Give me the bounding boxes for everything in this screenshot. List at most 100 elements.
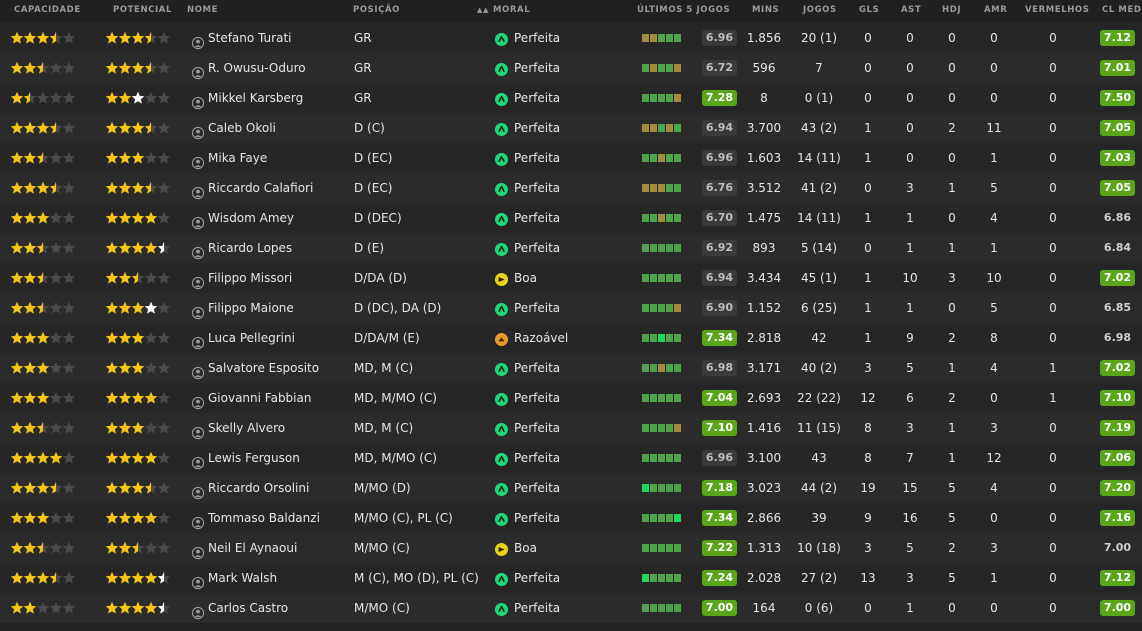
yellow-cards: 12 — [986, 451, 1002, 465]
table-row[interactable]: Ricardo Lopes D (E) Perfeita 6.92 893 5 (14) 0… — [0, 233, 1142, 263]
player-name[interactable]: Giovanni Fabbian — [208, 383, 348, 413]
star-icon — [62, 91, 76, 105]
table-row[interactable]: Filippo Maione D (DC), DA (D) Perfeita 6.90… — [0, 293, 1142, 323]
star-icon — [131, 331, 145, 345]
player-name[interactable]: Neil El Aynaoui — [208, 533, 348, 563]
table-row[interactable]: Giovanni Fabbian MD, M/MO (C) Perfeita 7.04… — [0, 383, 1142, 413]
col-mins[interactable]: MINS — [752, 0, 779, 23]
star-icon — [23, 31, 37, 45]
form-bar — [658, 244, 665, 252]
form-bar — [650, 184, 657, 192]
player-name[interactable]: Ricardo Lopes — [208, 233, 348, 263]
minutes: 3.434 — [746, 271, 782, 285]
player-name[interactable]: Riccardo Orsolini — [208, 473, 348, 503]
table-row[interactable]: Riccardo Calafiori D (EC) Perfeita 6.76 3.51… — [0, 173, 1142, 203]
col-ability[interactable]: CAPACIDADE — [14, 0, 81, 23]
ability-stars — [10, 301, 76, 315]
player-position: GR — [354, 61, 372, 75]
star-icon — [36, 451, 50, 465]
table-row[interactable]: Stefano Turati GR Perfeita 6.96 1.856 20 (1) 0… — [0, 23, 1142, 53]
player-name[interactable]: Stefano Turati — [208, 23, 348, 53]
col-yellow[interactable]: AMR — [984, 0, 1007, 23]
potential-stars — [105, 541, 171, 555]
ability-stars — [10, 421, 76, 435]
appearances: 44 (2) — [800, 481, 838, 495]
star-icon — [49, 451, 63, 465]
col-goals[interactable]: GLS — [859, 0, 879, 23]
player-name[interactable]: Wisdom Amey — [208, 203, 348, 233]
player-name[interactable]: Mikkel Karsberg — [208, 83, 348, 113]
col-pom[interactable]: HDJ — [942, 0, 961, 23]
star-icon — [62, 211, 76, 225]
star-icon — [49, 61, 63, 75]
player-name[interactable]: Riccardo Calafiori — [208, 173, 348, 203]
goals: 1 — [864, 211, 872, 225]
player-name[interactable]: Luca Pellegrini — [208, 323, 348, 353]
player-name[interactable]: Tommaso Baldanzi — [208, 503, 348, 533]
player-position: D (DC), DA (D) — [354, 301, 442, 315]
form-bar — [674, 244, 681, 252]
table-row[interactable]: Tommaso Baldanzi M/MO (C), PL (C) Perfeita… — [0, 503, 1142, 533]
person-icon — [191, 391, 205, 410]
col-red[interactable]: VERMELHOS — [1025, 0, 1089, 23]
player-name[interactable]: Filippo Missori — [208, 263, 348, 293]
table-row[interactable]: Luca Pellegrini D/DA/M (E) Razoável 7.34 2.8… — [0, 323, 1142, 353]
col-avg-rating[interactable]: CL MED — [1102, 0, 1142, 23]
morale-perfeita-icon — [495, 151, 508, 166]
yellow-cards: 4 — [990, 211, 998, 225]
table-row[interactable]: Skelly Alvero MD, M (C) Perfeita 7.10 1.416 1… — [0, 413, 1142, 443]
player-name[interactable]: R. Owusu-Oduro — [208, 53, 348, 83]
form-bar — [674, 334, 681, 342]
assists: 10 — [902, 271, 918, 285]
star-icon — [131, 301, 145, 315]
player-of-match: 5 — [948, 481, 956, 495]
player-name[interactable]: Mark Walsh — [208, 563, 348, 593]
last5-rating: 6.72 — [702, 60, 737, 76]
star-icon — [118, 181, 132, 195]
table-row[interactable]: Neil El Aynaoui M/MO (C) Boa 7.22 1.313 10 (1… — [0, 533, 1142, 563]
star-icon — [157, 541, 171, 555]
star-icon — [10, 211, 24, 225]
col-apps[interactable]: JOGOS — [803, 0, 837, 23]
col-potential[interactable]: POTENCIAL — [113, 0, 172, 23]
table-row[interactable]: Salvatore Esposito MD, M (C) Perfeita 6.98 3… — [0, 353, 1142, 383]
player-name[interactable]: Carlos Castro — [208, 593, 348, 623]
col-name[interactable]: NOME — [187, 0, 218, 23]
col-last5[interactable]: ÚLTIMOS 5 JOGOS — [637, 0, 730, 23]
player-name[interactable]: Mika Faye — [208, 143, 348, 173]
table-row[interactable]: Riccardo Orsolini M/MO (D) Perfeita 7.18 3.0… — [0, 473, 1142, 503]
table-row[interactable]: Caleb Okoli D (C) Perfeita 6.94 3.700 43 (2) 1… — [0, 113, 1142, 143]
star-icon — [62, 271, 76, 285]
col-position[interactable]: POSIÇÃO — [353, 0, 400, 23]
table-row[interactable]: Mark Walsh M (C), MO (D), PL (C) Perfeita 7… — [0, 563, 1142, 593]
player-of-match: 5 — [948, 511, 956, 525]
player-name[interactable]: Salvatore Esposito — [208, 353, 348, 383]
star-icon — [118, 61, 132, 75]
person-icon — [191, 481, 205, 500]
star-icon — [144, 181, 158, 195]
form-bar — [650, 364, 657, 372]
player-name[interactable]: Lewis Ferguson — [208, 443, 348, 473]
col-assists[interactable]: AST — [901, 0, 921, 23]
table-row[interactable]: Mika Faye D (EC) Perfeita 6.96 1.603 14 (11) 1… — [0, 143, 1142, 173]
star-icon — [105, 451, 119, 465]
star-icon — [118, 151, 132, 165]
goals: 8 — [864, 421, 872, 435]
table-row[interactable]: Lewis Ferguson MD, M/MO (C) Perfeita 6.96 3.… — [0, 443, 1142, 473]
table-row[interactable]: Carlos Castro M/MO (C) Perfeita 7.00 164 0 (6… — [0, 593, 1142, 623]
player-name[interactable]: Filippo Maione — [208, 293, 348, 323]
player-name[interactable]: Skelly Alvero — [208, 413, 348, 443]
yellow-cards: 8 — [990, 331, 998, 345]
table-row[interactable]: Filippo Missori D/DA (D) Boa 6.94 3.434 45 (1… — [0, 263, 1142, 293]
table-row[interactable]: Mikkel Karsberg GR Perfeita 7.28 8 0 (1) 0 0 0 0 0… — [0, 83, 1142, 113]
table-row[interactable]: R. Owusu-Oduro GR Perfeita 6.72 596 7 0 0 0 0 0 7.0… — [0, 53, 1142, 83]
col-morale[interactable]: MORAL — [493, 0, 530, 23]
table-row[interactable]: Wisdom Amey D (DEC) Perfeita 6.70 1.475 14 (1… — [0, 203, 1142, 233]
appearances: 41 (2) — [800, 181, 838, 195]
minutes: 3.700 — [746, 121, 782, 135]
assists: 1 — [906, 241, 914, 255]
player-of-match: 0 — [948, 301, 956, 315]
player-name[interactable]: Caleb Okoli — [208, 113, 348, 143]
player-position: D (EC) — [354, 181, 393, 195]
star-icon — [10, 601, 24, 615]
